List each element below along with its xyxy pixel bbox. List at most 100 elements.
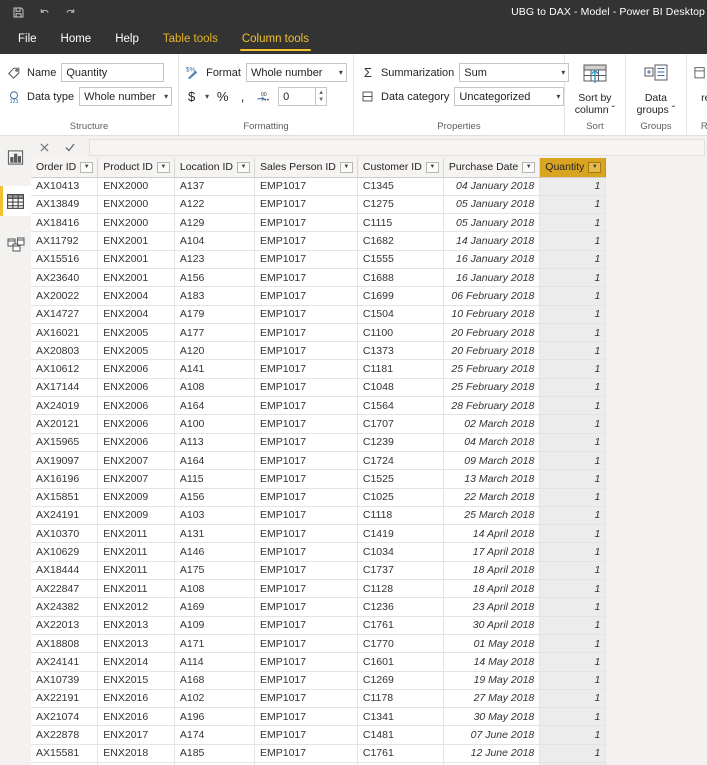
table-cell[interactable]: 1 xyxy=(539,323,607,343)
tab-home[interactable]: Home xyxy=(49,24,104,54)
table-cell[interactable]: AX21074 xyxy=(31,707,99,727)
table-cell[interactable]: 30 April 2018 xyxy=(443,616,541,635)
table-row[interactable]: AX22878 ENX2017 A174 EMP1017 C1481 07 June 20… xyxy=(31,725,607,745)
table-cell[interactable]: EMP1017 xyxy=(254,451,358,471)
table-cell[interactable]: 25 February 2018 xyxy=(443,378,541,398)
table-cell[interactable]: A123 xyxy=(174,250,256,269)
table-cell[interactable]: 1 xyxy=(539,725,607,745)
table-cell[interactable]: 1 xyxy=(539,396,607,416)
table-cell[interactable]: AX24382 xyxy=(31,597,99,617)
table-cell[interactable]: 1 xyxy=(539,341,607,361)
table-cell[interactable]: ENX2011 xyxy=(97,561,175,581)
table-cell[interactable]: 05 January 2018 xyxy=(443,195,541,215)
table-row[interactable]: AX22847 ENX2011 A108 EMP1017 C1128 18 April 2… xyxy=(31,579,607,599)
table-cell[interactable]: ENX2000 xyxy=(97,177,175,196)
table-cell[interactable]: EMP1017 xyxy=(254,597,358,617)
table-cell[interactable]: 04 January 2018 xyxy=(443,177,541,196)
table-cell[interactable]: A146 xyxy=(174,542,256,562)
table-cell[interactable]: AX18416 xyxy=(31,213,99,233)
column-header-quantity[interactable]: Quantity ▼ xyxy=(539,158,607,178)
table-cell[interactable]: EMP1017 xyxy=(254,195,358,215)
table-cell[interactable]: 02 March 2018 xyxy=(443,414,541,434)
table-cell[interactable]: 1 xyxy=(539,268,607,288)
table-cell[interactable]: EMP1017 xyxy=(254,671,358,690)
table-cell[interactable]: AX13849 xyxy=(31,195,99,215)
table-row[interactable]: AX10612 ENX2006 A141 EMP1017 C1181 25 Februar… xyxy=(31,359,607,379)
table-cell[interactable]: C1481 xyxy=(357,725,444,745)
table-cell[interactable]: EMP1017 xyxy=(254,579,358,599)
decimal-places-input[interactable]: 0 xyxy=(278,87,317,106)
table-cell[interactable]: 19 May 2018 xyxy=(443,671,541,690)
table-cell[interactable]: EMP1017 xyxy=(254,542,358,562)
table-row[interactable]: AX24382 ENX2012 A169 EMP1017 C1236 23 April 2… xyxy=(31,597,607,617)
table-cell[interactable]: EMP1017 xyxy=(254,707,358,727)
table-cell[interactable]: 1 xyxy=(539,469,607,489)
table-cell[interactable]: 17 April 2018 xyxy=(443,542,541,562)
table-cell[interactable]: C1737 xyxy=(357,561,444,581)
percent-format-button[interactable]: % xyxy=(216,87,229,106)
manage-relationships-button[interactable]: rel xyxy=(693,58,707,104)
table-row[interactable]: AX22013 ENX2013 A109 EMP1017 C1761 30 April 2… xyxy=(31,616,607,635)
tab-file[interactable]: File xyxy=(6,24,49,54)
table-cell[interactable]: C1419 xyxy=(357,524,444,544)
currency-format-button[interactable]: $ xyxy=(185,87,198,106)
table-row[interactable]: AX22191 ENX2016 A102 EMP1017 C1178 27 May 201… xyxy=(31,689,607,709)
table-cell[interactable]: ENX2011 xyxy=(97,542,175,562)
table-row[interactable]: AX20121 ENX2006 A100 EMP1017 C1707 02 March 2… xyxy=(31,414,607,434)
table-cell[interactable]: ENX2001 xyxy=(97,268,175,288)
table-cell[interactable]: C1761 xyxy=(357,616,444,635)
table-cell[interactable]: 16 January 2018 xyxy=(443,250,541,269)
table-cell[interactable]: EMP1017 xyxy=(254,305,358,324)
table-cell[interactable]: 1 xyxy=(539,414,607,434)
table-cell[interactable]: C1601 xyxy=(357,652,444,672)
table-cell[interactable]: C1025 xyxy=(357,488,444,507)
column-header-customer-id[interactable]: Customer ID ▼ xyxy=(357,158,444,178)
table-cell[interactable]: AX22847 xyxy=(31,579,99,599)
tab-column-tools[interactable]: Column tools xyxy=(230,24,321,54)
table-cell[interactable]: A108 xyxy=(174,378,256,398)
table-cell[interactable]: C1699 xyxy=(357,286,444,306)
table-cell[interactable]: ENX2001 xyxy=(97,250,175,269)
table-cell[interactable]: AX15965 xyxy=(31,433,99,452)
table-cell[interactable]: AX16021 xyxy=(31,323,99,343)
table-cell[interactable]: AX22013 xyxy=(31,616,99,635)
table-cell[interactable]: A171 xyxy=(174,634,256,654)
table-cell[interactable]: A122 xyxy=(174,195,256,215)
table-cell[interactable]: AX11792 xyxy=(31,231,99,251)
table-row[interactable]: AX24019 ENX2006 A164 EMP1017 C1564 28 Februar… xyxy=(31,396,607,416)
table-cell[interactable]: ENX2011 xyxy=(97,579,175,599)
table-cell[interactable]: 1 xyxy=(539,286,607,306)
table-cell[interactable]: 1 xyxy=(539,524,607,544)
table-cell[interactable]: EMP1017 xyxy=(254,323,358,343)
table-cell[interactable]: ENX2006 xyxy=(97,359,175,379)
table-cell[interactable]: C1128 xyxy=(357,579,444,599)
table-cell[interactable]: AX10413 xyxy=(31,177,99,196)
table-cell[interactable]: A141 xyxy=(174,359,256,379)
table-cell[interactable]: A175 xyxy=(174,561,256,581)
table-cell[interactable]: C1525 xyxy=(357,469,444,489)
table-row[interactable]: AX15965 ENX2006 A113 EMP1017 C1239 04 March 2… xyxy=(31,433,607,452)
table-cell[interactable]: C1707 xyxy=(357,414,444,434)
table-cell[interactable]: AX10612 xyxy=(31,359,99,379)
format-dropdown[interactable]: Whole number ▾ xyxy=(245,63,347,82)
table-cell[interactable]: EMP1017 xyxy=(254,268,358,288)
column-header-order-id[interactable]: Order ID ▼ xyxy=(31,158,99,178)
table-cell[interactable]: A103 xyxy=(174,506,256,526)
table-cell[interactable]: C1178 xyxy=(357,689,444,709)
table-cell[interactable]: C1048 xyxy=(357,378,444,398)
table-cell[interactable]: EMP1017 xyxy=(254,433,358,452)
table-cell[interactable]: 14 April 2018 xyxy=(443,524,541,544)
table-row[interactable]: AX24141 ENX2014 A114 EMP1017 C1601 14 May 201… xyxy=(31,652,607,672)
table-cell[interactable]: 1 xyxy=(539,579,607,599)
formula-input[interactable] xyxy=(89,138,705,156)
table-cell[interactable]: EMP1017 xyxy=(254,488,358,507)
column-header-product-id[interactable]: Product ID ▼ xyxy=(97,158,175,178)
table-cell[interactable]: 1 xyxy=(539,213,607,233)
tab-help[interactable]: Help xyxy=(103,24,151,54)
table-cell[interactable]: C1115 xyxy=(357,213,444,233)
table-row[interactable]: AX14727 ENX2004 A179 EMP1017 C1504 10 Februar… xyxy=(31,305,607,324)
table-cell[interactable]: ENX2000 xyxy=(97,195,175,215)
table-cell[interactable]: ENX2017 xyxy=(97,725,175,745)
table-row[interactable]: AX18416 ENX2000 A129 EMP1017 C1115 05 January… xyxy=(31,213,607,233)
chevron-down-icon[interactable]: ▾ xyxy=(205,92,209,101)
